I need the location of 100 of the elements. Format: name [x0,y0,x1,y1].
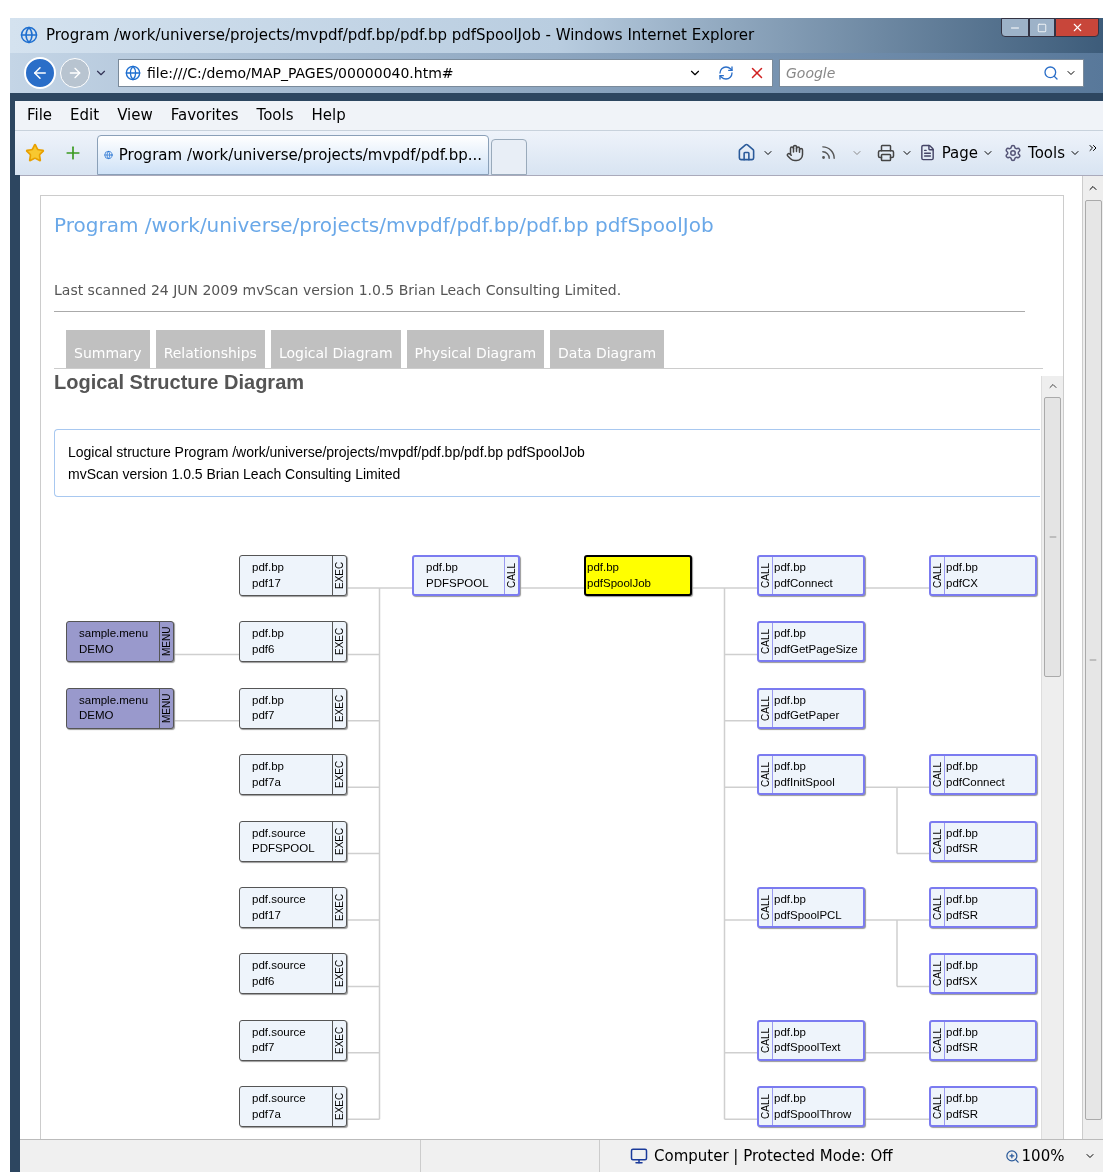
computer-icon [630,1147,648,1166]
library-name: pdf.bp [946,827,979,840]
refresh-icon[interactable] [718,65,734,82]
program-name: pdf7 [252,1042,276,1054]
program-node[interactable]: EXEC pdf.bp pdf7a [239,754,347,796]
library-name: pdf.bp [774,761,807,773]
program-node[interactable]: CALL pdf.bp PDFSPOOL [412,555,520,597]
program-node[interactable]: EXEC pdf.bp pdf6 [239,621,347,663]
back-button[interactable] [24,57,56,90]
security-zone: Computer | Protected Mode: Off [654,1145,893,1167]
scrollbar-thumb[interactable] [1044,397,1061,678]
connector-line [173,720,240,722]
node-type-label: EXEC [332,1020,346,1060]
window-title: Program /work/universe/projects/mvpdf/pdf.bp/pdf.bp pdfSpoolJob - Windows Internet Explorer [46,25,755,47]
program-node[interactable]: EXEC pdf.source pdf7a [239,1086,347,1128]
program-name: pdfSR [946,1108,979,1121]
connector-line [864,587,930,589]
program-node[interactable]: EXEC pdf.source pdf7 [239,1019,347,1061]
program-node[interactable]: EXEC pdf.bp pdf7 [239,687,347,729]
menu-item[interactable]: Tools [254,104,296,127]
node-type-label: CALL [504,557,518,595]
menu-item[interactable]: View [115,104,155,127]
node-type-label: MENU [159,688,173,728]
node-type-label: CALL [931,1021,945,1059]
program-node[interactable]: EXEC pdf.bp pdf17 [239,555,347,597]
node-type-label: CALL [759,756,773,794]
node-type-label: CALL [759,623,773,661]
library-name: pdf.bp [774,1093,807,1105]
node-type-label: CALL [931,1088,945,1126]
menu-item[interactable]: File [25,104,55,127]
node-type-label: CALL [931,955,945,993]
search-input[interactable]: Google [786,62,1043,84]
page-menu-button[interactable]: Page [941,141,995,165]
search-field[interactable]: Google [779,59,1084,88]
program-name: pdfConnect [946,776,1006,789]
zoom-level[interactable]: 100% [1021,1144,1065,1168]
library-name: pdf.bp [946,1026,979,1039]
close-button[interactable] [1055,18,1099,37]
library-name: pdf.source [252,827,307,840]
node-type-label: CALL [931,822,945,860]
library-name: pdf.source [252,960,307,972]
menu-item[interactable]: Help [309,104,348,127]
node-type-label: CALL [931,557,945,595]
program-name: pdfGetPaper [774,710,841,722]
program-node[interactable]: MENU sample.menu DEMO [66,621,174,663]
library-name: pdf.bp [587,562,620,574]
tab-title: Program /work/universe/projects/mvpdf/pdf.bp... [118,144,482,166]
node-type-label: EXEC [332,954,346,994]
zoom-icon[interactable] [1004,1148,1020,1164]
hand-icon[interactable] [785,143,804,162]
program-node[interactable]: MENU sample.menu DEMO [66,687,174,729]
program-name: pdf17 [252,577,282,590]
feeds-icon[interactable] [819,144,837,162]
library-name: pdf.source [252,1026,307,1039]
tools-menu-button[interactable]: Tools [1028,141,1081,165]
program-name: pdfCX [946,577,979,590]
library-name: pdf.bp [946,1093,979,1105]
minimize-button[interactable] [1001,18,1029,37]
program-name: DEMO [79,710,115,722]
program-name: pdfSpoolPCL [774,909,843,922]
program-name: pdf6 [252,643,276,656]
home-icon[interactable] [736,143,756,163]
connector-line [519,587,585,589]
program-node[interactable]: EXEC pdf.source PDFSPOOL [239,820,347,862]
program-name: PDFSPOOL [426,577,490,590]
node-type-label: CALL [759,1088,773,1126]
browser-logo-icon [20,26,38,45]
program-node[interactable]: pdf.bp pdfSpoolJob [584,555,692,597]
library-name: sample.menu [79,694,150,707]
url-text: file:///C:/demo/MAP_PAGES/00000040.htm# [147,63,454,83]
library-name: pdf.bp [774,562,807,574]
favorites-star-icon[interactable] [25,142,45,163]
program-name: pdfSpoolText [774,1042,842,1054]
library-name: pdf.bp [426,562,459,574]
program-node[interactable]: EXEC pdf.source pdf6 [239,953,347,995]
library-name: pdf.bp [774,628,807,640]
menu-item[interactable]: Edit [68,104,102,127]
program-name: pdfSpoolThrow [774,1108,853,1121]
browser-tab[interactable]: Program /work/universe/projects/mvpdf/pdf.bp... [97,135,489,176]
program-name: pdf17 [252,909,282,922]
page-icon [125,65,141,82]
search-icon[interactable] [1043,65,1059,82]
page-title: Program /work/universe/projects/mvpdf/pdf.bp/pdf.bp pdfSpoolJob [54,212,715,240]
program-name: pdf6 [252,975,276,988]
description-text: mvScan version 1.0.5 Brian Leach Consulting Limited [68,467,402,482]
maximize-button[interactable] [1029,18,1055,37]
node-type-label: EXEC [332,888,346,928]
program-node[interactable]: EXEC pdf.source pdf17 [239,887,347,929]
node-type-label: MENU [159,622,173,662]
connector-line [864,1118,930,1120]
print-icon[interactable] [876,143,895,162]
library-name: pdf.bp [252,628,285,640]
library-name: pdf.bp [946,894,979,906]
library-name: pdf.bp [252,562,285,574]
menu-item[interactable]: Favorites [168,104,241,127]
library-name: pdf.bp [252,694,285,707]
library-name: pdf.bp [774,894,807,906]
address-field[interactable]: file:///C:/demo/MAP_PAGES/00000040.htm# [118,59,773,88]
library-name: pdf.bp [946,562,979,574]
maximize-icon [1037,22,1047,33]
